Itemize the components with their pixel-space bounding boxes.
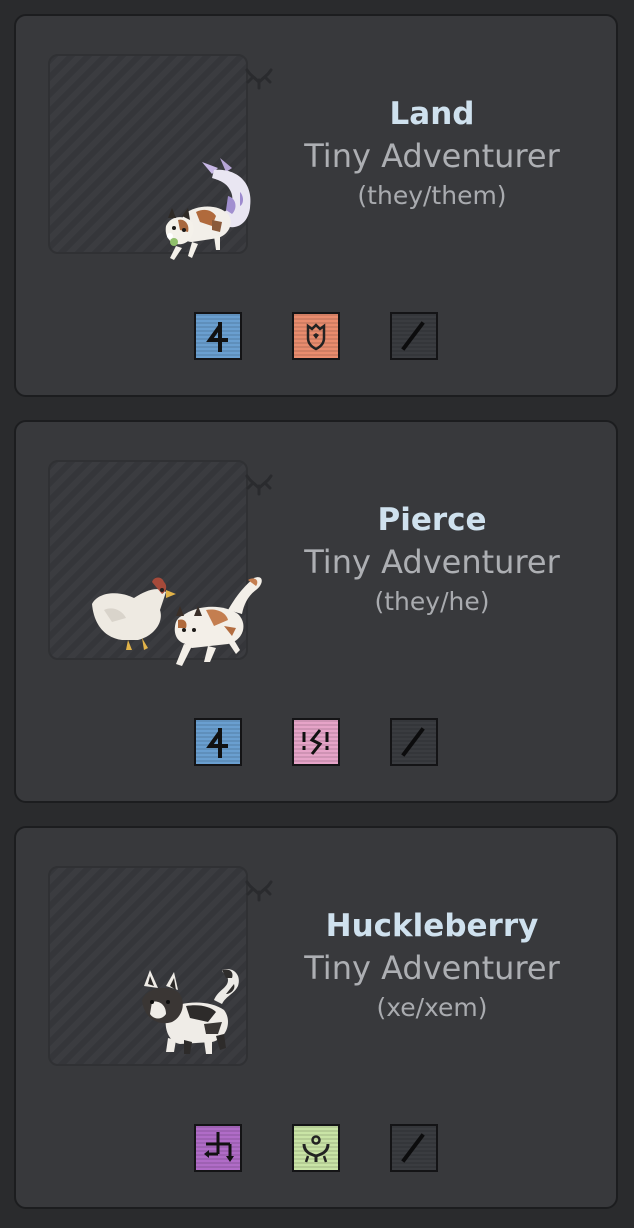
slash-badge[interactable] bbox=[390, 1124, 438, 1172]
slash-badge[interactable] bbox=[390, 312, 438, 360]
black-white-cat-sprite bbox=[142, 968, 239, 1054]
arrows-icon bbox=[204, 1132, 234, 1162]
rune-icon bbox=[206, 322, 228, 352]
adventurer-pronouns: (they/them) bbox=[357, 181, 507, 210]
blue-rune-badge[interactable] bbox=[194, 718, 242, 766]
adventurer-info: Pierce Tiny Adventurer (they/he) bbox=[286, 500, 578, 620]
adventurer-rank: Tiny Adventurer bbox=[304, 137, 560, 175]
slash-icon bbox=[401, 727, 425, 757]
adventurer-list: Land Tiny Adventurer (they/them) Pierce … bbox=[0, 0, 634, 1228]
lightning-icon bbox=[302, 729, 329, 755]
adventurer-info: Huckleberry Tiny Adventurer (xe/xem) bbox=[286, 906, 578, 1026]
adventurer-name[interactable]: Huckleberry bbox=[286, 906, 578, 946]
adventurer-card[interactable]: Pierce Tiny Adventurer (they/he) bbox=[14, 420, 618, 803]
pink-lightning-badge[interactable] bbox=[292, 718, 340, 766]
cat-with-fish-tail-sprite bbox=[165, 158, 251, 260]
cat-with-chicken-sprite bbox=[92, 577, 262, 666]
purple-arrows-badge[interactable] bbox=[194, 1124, 242, 1172]
green-heart-hands-badge[interactable] bbox=[292, 1124, 340, 1172]
rune-icon bbox=[206, 728, 228, 758]
adventurer-card[interactable]: Huckleberry Tiny Adventurer (xe/xem) bbox=[14, 826, 618, 1209]
orange-shield-badge[interactable] bbox=[292, 312, 340, 360]
adventurer-card[interactable]: Land Tiny Adventurer (they/them) bbox=[14, 14, 618, 397]
adventurer-name[interactable]: Land bbox=[286, 94, 578, 134]
antler-emblem-icon bbox=[245, 880, 273, 902]
adventurer-pronouns: (xe/xem) bbox=[376, 993, 488, 1022]
adventurer-name[interactable]: Pierce bbox=[286, 500, 578, 540]
badge-row bbox=[194, 312, 454, 364]
adventurer-rank: Tiny Adventurer bbox=[304, 949, 560, 987]
blue-rune-badge[interactable] bbox=[194, 312, 242, 360]
heart-hands-icon bbox=[302, 1135, 330, 1163]
shield-icon bbox=[306, 323, 326, 351]
badge-row bbox=[194, 718, 454, 770]
adventurer-pronouns: (they/he) bbox=[374, 587, 490, 616]
antler-emblem-icon bbox=[245, 474, 273, 496]
badge-row bbox=[194, 1124, 454, 1176]
antler-emblem-icon bbox=[245, 68, 273, 90]
adventurer-rank: Tiny Adventurer bbox=[304, 543, 560, 581]
slash-badge[interactable] bbox=[390, 718, 438, 766]
slash-icon bbox=[401, 321, 425, 351]
adventurer-info: Land Tiny Adventurer (they/them) bbox=[286, 94, 578, 214]
slash-icon bbox=[401, 1133, 425, 1163]
